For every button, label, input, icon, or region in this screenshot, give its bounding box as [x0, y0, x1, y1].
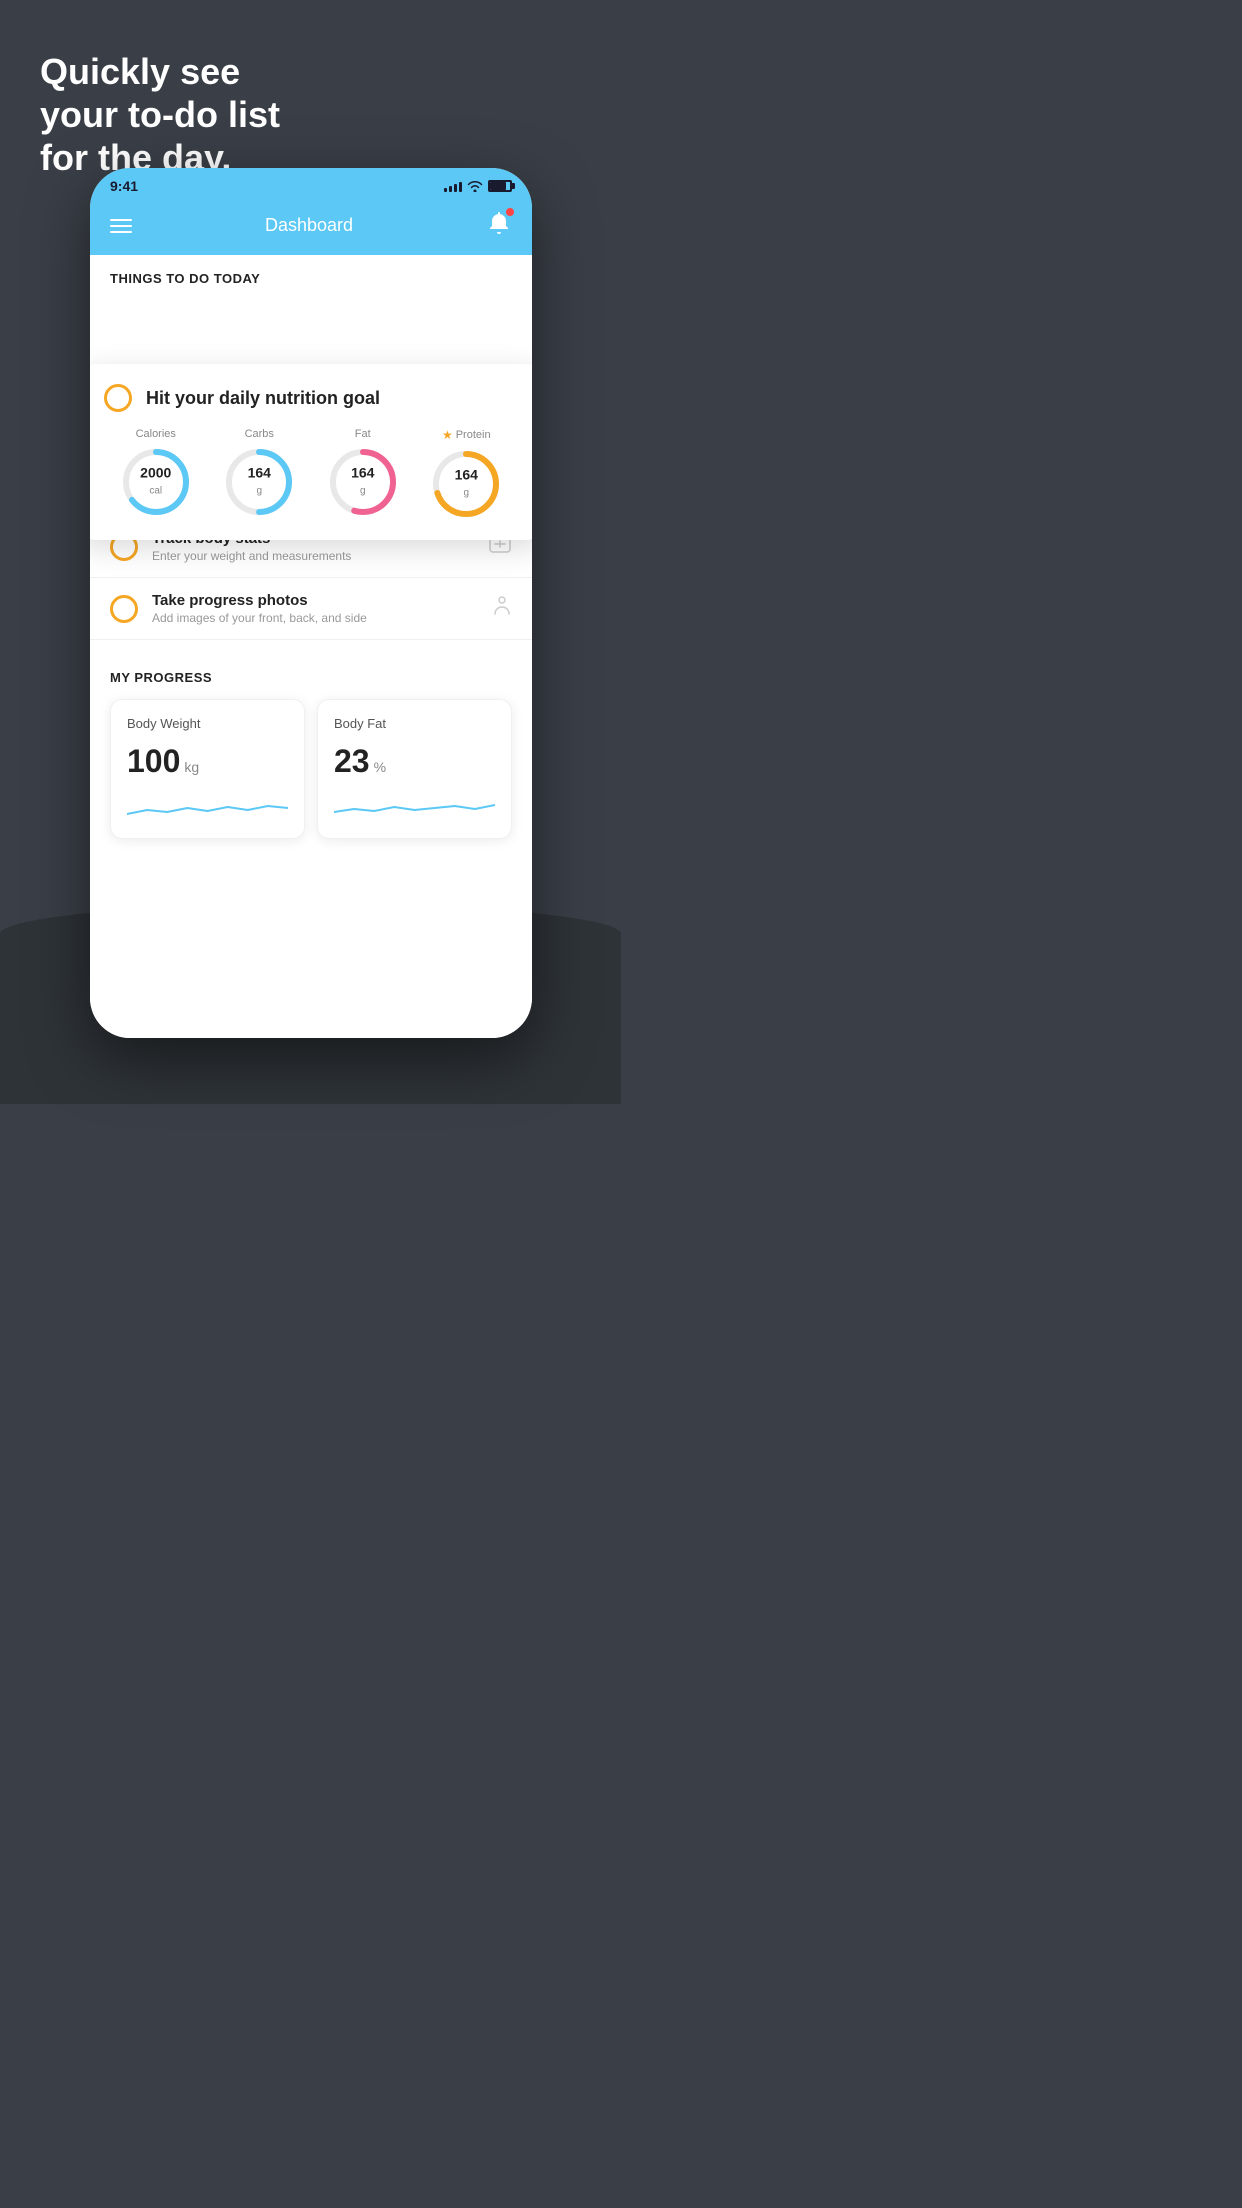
photos-subtitle: Add images of your front, back, and side: [152, 611, 478, 625]
menu-button[interactable]: [110, 219, 132, 233]
hero-text: Quickly see your to-do list for the day.: [40, 50, 280, 180]
phone-content: THINGS TO DO TODAY Hit your daily nutrit…: [90, 255, 532, 1038]
fat-label: Fat: [355, 428, 371, 440]
things-section-title: THINGS TO DO TODAY: [110, 271, 512, 286]
protein-label-wrap: ★ Protein: [442, 428, 491, 442]
status-icons: [444, 180, 512, 192]
body-fat-unit: %: [374, 759, 386, 775]
fat-value: 164: [351, 466, 374, 481]
body-weight-card[interactable]: Body Weight 100 kg: [110, 699, 305, 839]
nutrition-card-title: Hit your daily nutrition goal: [146, 388, 380, 409]
app-header: Dashboard: [90, 200, 532, 255]
calories-value: 2000: [140, 466, 171, 481]
fat-ring-item: Fat 164 g: [327, 428, 399, 518]
body-fat-card[interactable]: Body Fat 23 %: [317, 699, 512, 839]
signal-icon: [444, 180, 462, 192]
carbs-ring-item: Carbs 164 g: [223, 428, 295, 518]
body-weight-chart: [127, 792, 288, 822]
nutrition-checkbox[interactable]: [104, 384, 132, 412]
carbs-label: Carbs: [245, 428, 274, 440]
body-stats-subtitle: Enter your weight and measurements: [152, 549, 474, 563]
progress-section-title: MY PROGRESS: [110, 670, 512, 685]
fat-unit: g: [360, 486, 366, 497]
carbs-value: 164: [248, 466, 271, 481]
carbs-unit: g: [256, 486, 262, 497]
notification-button[interactable]: [486, 210, 512, 241]
body-fat-value: 23: [334, 743, 370, 780]
phone-frame: 9:41 Dashboard: [90, 168, 532, 1038]
body-fat-chart: [334, 792, 495, 822]
person-icon: [492, 595, 512, 623]
protein-ring-item: ★ Protein 164 g: [430, 428, 502, 520]
body-weight-unit: kg: [184, 759, 199, 775]
battery-icon: [488, 180, 512, 192]
photos-checkbox[interactable]: [110, 595, 138, 623]
notification-dot: [506, 208, 514, 216]
photos-title: Take progress photos: [152, 592, 478, 609]
body-weight-title: Body Weight: [127, 716, 288, 731]
body-fat-title: Body Fat: [334, 716, 495, 731]
calories-unit: cal: [149, 486, 162, 497]
calories-label: Calories: [136, 428, 176, 440]
protein-unit: g: [463, 488, 469, 499]
protein-value: 164: [455, 468, 478, 483]
progress-section: MY PROGRESS Body Weight 100 kg: [90, 650, 532, 849]
status-time: 9:41: [110, 178, 138, 194]
protein-star-icon: ★: [442, 428, 453, 442]
hero-line1: Quickly see: [40, 50, 280, 93]
todo-item-photos[interactable]: Take progress photos Add images of your …: [90, 578, 532, 640]
nutrition-rings: Calories 2000 cal: [104, 428, 518, 520]
header-title: Dashboard: [265, 215, 353, 236]
calories-ring-item: Calories 2000 cal: [120, 428, 192, 518]
wifi-icon: [467, 180, 483, 192]
status-bar: 9:41: [90, 168, 532, 200]
hero-line2: your to-do list: [40, 93, 280, 136]
nutrition-card[interactable]: Hit your daily nutrition goal Calories: [90, 364, 532, 540]
progress-cards: Body Weight 100 kg Body Fat 23: [110, 699, 512, 839]
body-weight-value: 100: [127, 743, 180, 780]
protein-label: Protein: [456, 429, 491, 441]
things-to-do-section: THINGS TO DO TODAY: [90, 255, 532, 294]
